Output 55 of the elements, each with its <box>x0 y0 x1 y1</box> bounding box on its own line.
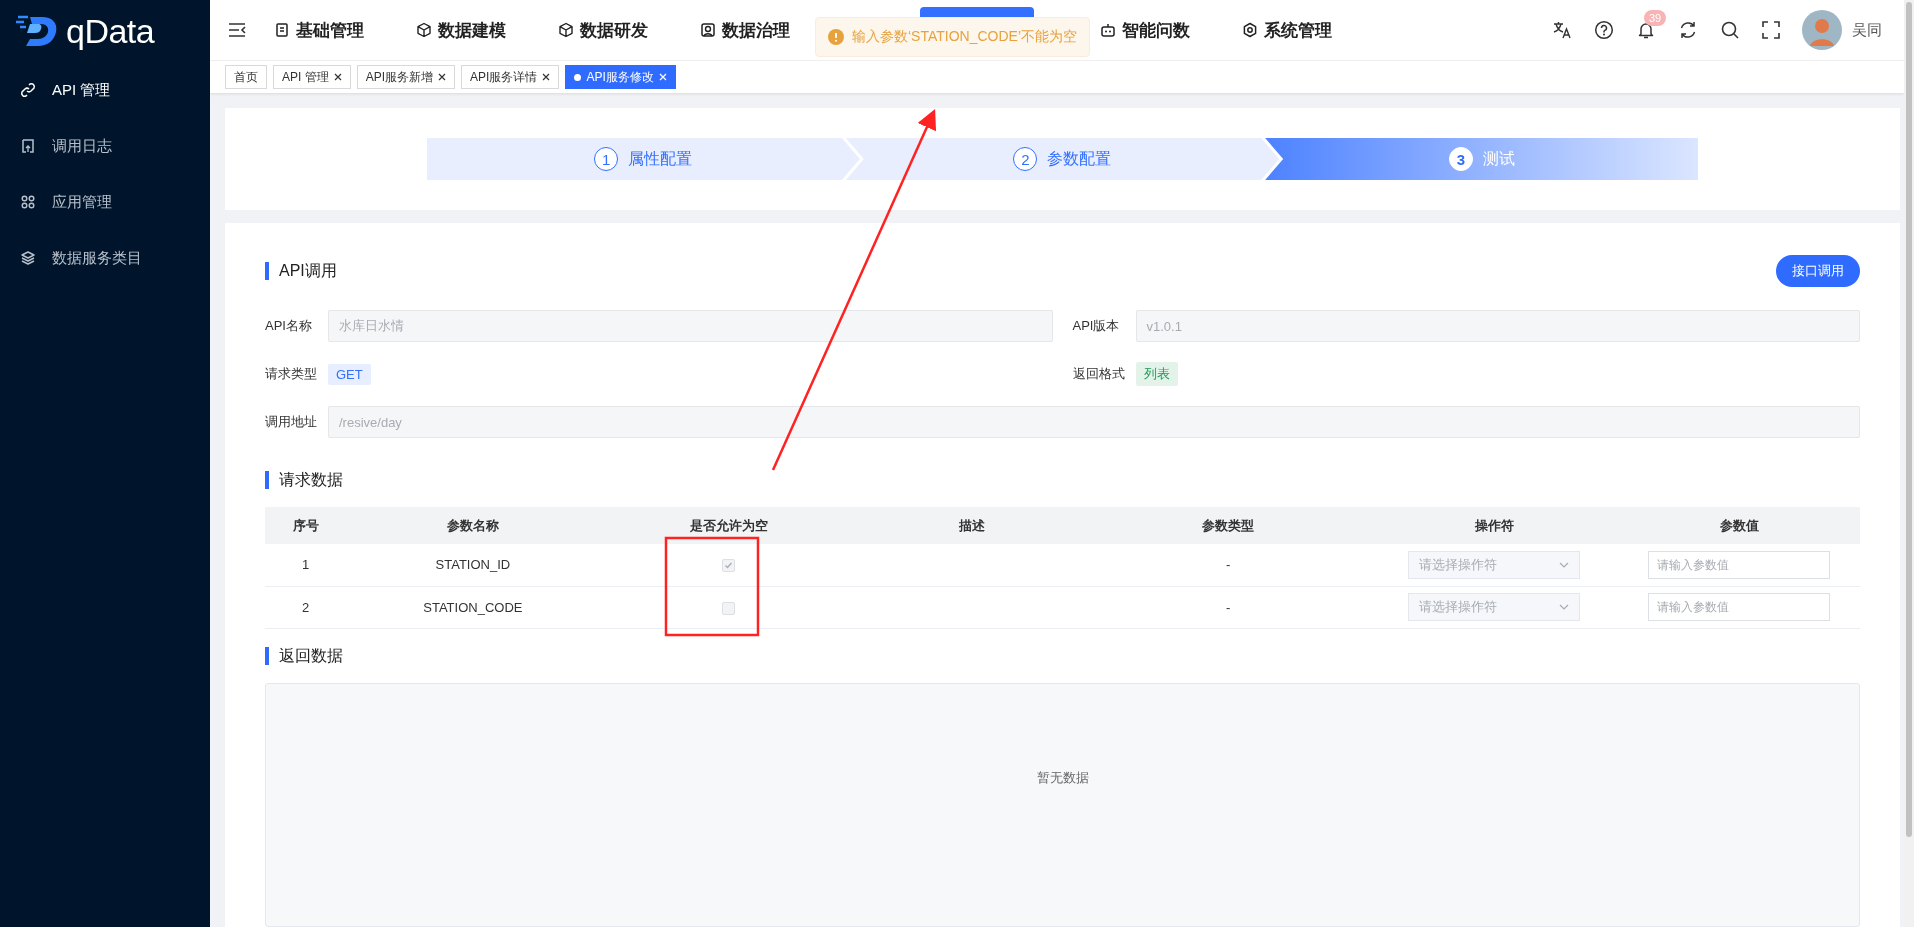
call-api-button[interactable]: 接口调用 <box>1776 255 1860 287</box>
nav-item[interactable]: 数据研发 <box>558 18 648 42</box>
table-cell: STATION_CODE <box>346 586 600 628</box>
field-label: 调用地址 <box>265 413 318 431</box>
table-cell: - <box>1086 544 1371 586</box>
user-name[interactable]: 吴同 <box>1852 20 1882 40</box>
step[interactable]: 1 属性配置 <box>426 138 860 180</box>
column-header: 操作符 <box>1370 507 1619 544</box>
nav-item[interactable]: 智能问数 <box>1100 18 1190 42</box>
input-field[interactable]: 请输入参数值 <box>1648 593 1831 621</box>
page-tab[interactable]: API服务详情 <box>461 65 560 89</box>
page-tab[interactable]: API服务修改 <box>565 65 676 89</box>
table-cell: 2 <box>265 586 347 628</box>
toast-message: 输入参数‘STATION_CODE’不能为空 <box>852 28 1078 46</box>
logo-text: qData <box>66 11 155 51</box>
step[interactable]: 2 参数配置 <box>845 138 1280 180</box>
step-label: 测试 <box>1482 148 1515 169</box>
empty-text: 暂无数据 <box>1036 768 1089 787</box>
column-header: 是否允许为空 <box>599 507 859 544</box>
column-header: 参数类型 <box>1086 507 1371 544</box>
table-cell: 1 <box>265 544 347 586</box>
field-label: API名称 <box>265 317 313 335</box>
nav-item[interactable]: 数据建模 <box>416 18 506 42</box>
page-tab[interactable]: 首页 <box>225 65 267 89</box>
step-number: 2 <box>1013 147 1038 171</box>
table-cell: - <box>1086 586 1371 628</box>
step-number: 3 <box>1448 147 1473 171</box>
tag: 列表 <box>1135 362 1178 386</box>
section-title: 返回数据 <box>265 646 343 665</box>
step-number: 1 <box>594 147 619 171</box>
sidebar-item[interactable]: 数据服务类目 <box>0 230 210 286</box>
nav-item[interactable]: 基础管理 <box>274 18 364 42</box>
column-header: 序号 <box>265 507 347 544</box>
tag: GET <box>328 363 371 385</box>
step-label: 属性配置 <box>628 148 693 169</box>
sidebar-item[interactable]: 调用日志 <box>0 118 210 174</box>
nav-item[interactable]: 系统管理 <box>1242 18 1332 42</box>
page-tab[interactable]: API 管理 <box>273 65 351 89</box>
notification-badge: 39 <box>1644 10 1667 26</box>
column-header: 描述 <box>858 507 1087 544</box>
column-header: 参数名称 <box>346 507 600 544</box>
table-cell: STATION_ID <box>346 544 600 586</box>
step-label: 参数配置 <box>1047 148 1112 169</box>
sidebar-item[interactable]: 应用管理 <box>0 174 210 230</box>
nav-item[interactable]: 数据治理 <box>700 18 790 42</box>
sidebar-item[interactable]: API 管理 <box>0 62 210 118</box>
section-title: 请求数据 <box>265 471 343 489</box>
field-label: API版本 <box>1072 317 1121 335</box>
field-label: 请求类型 <box>265 365 318 383</box>
section-title: API调用 <box>265 262 337 280</box>
input-field[interactable]: 请输入参数值 <box>1648 550 1831 579</box>
page-tab[interactable]: API服务新增 <box>356 65 456 89</box>
field-label: 返回格式 <box>1072 365 1126 383</box>
column-header: 参数值 <box>1618 507 1860 544</box>
step[interactable]: 3 测试 <box>1265 138 1699 180</box>
